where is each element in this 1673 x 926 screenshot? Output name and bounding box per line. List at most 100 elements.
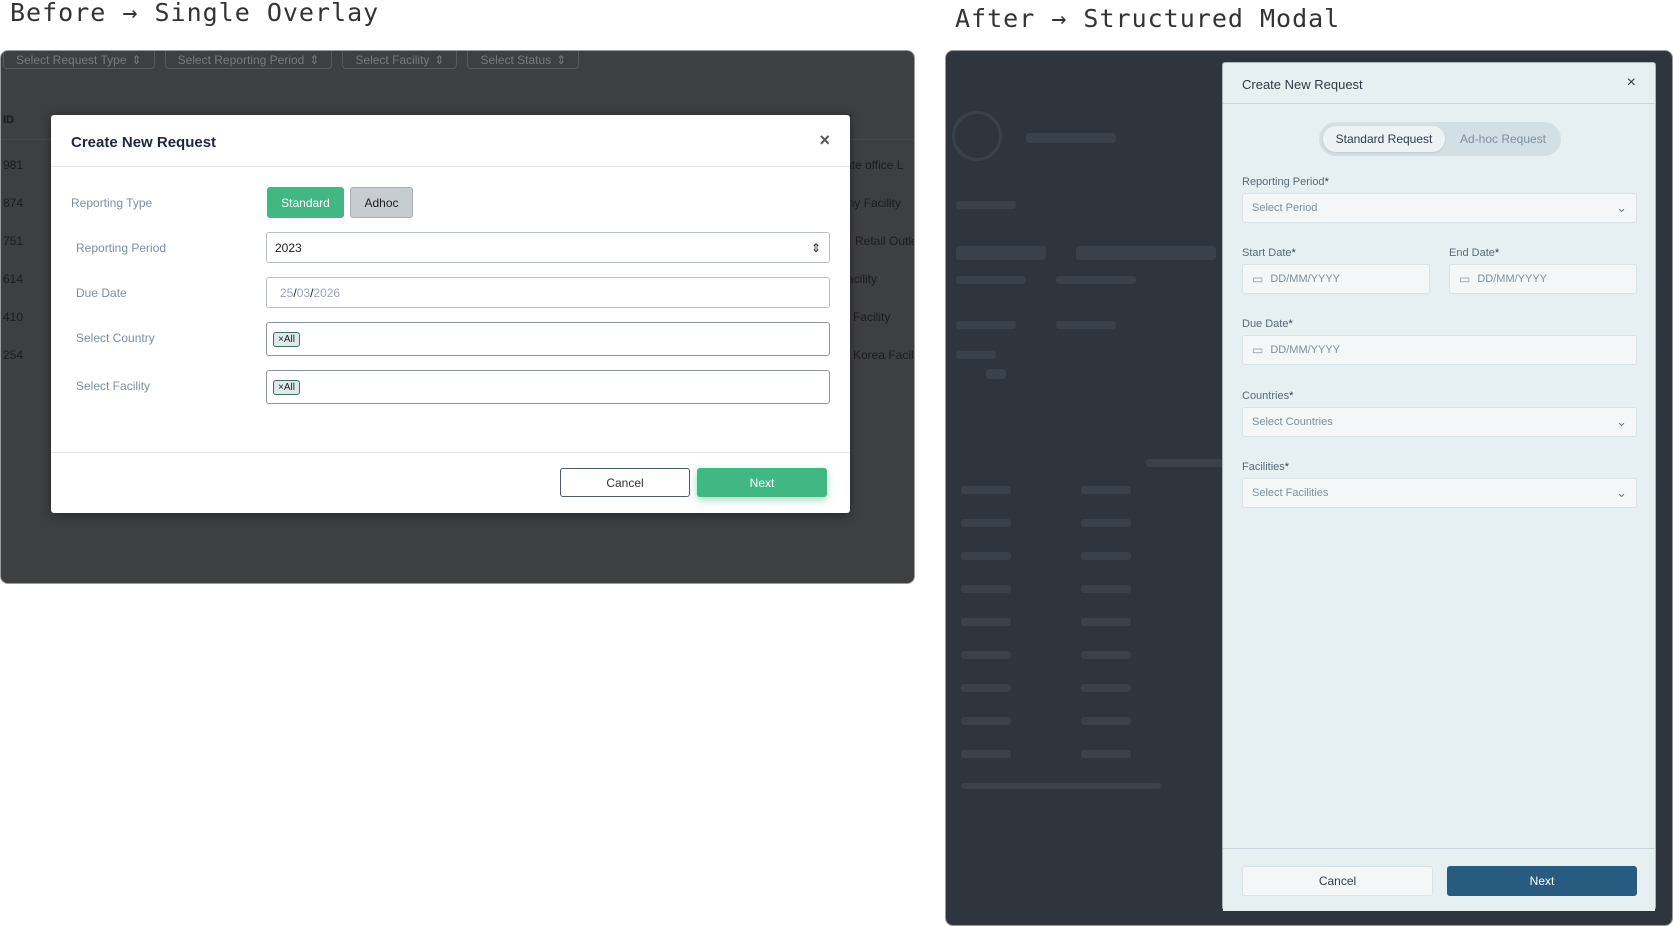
- required-mark: *: [1324, 176, 1329, 188]
- background-text: [986, 369, 1006, 379]
- filter-reporting-period[interactable]: Select Reporting Period ⇕: [164, 51, 333, 69]
- modal-header: Create New Request ×: [51, 115, 850, 167]
- due-date-input[interactable]: ▭ DD/MM/YYYY: [1242, 335, 1637, 365]
- background-row: [1081, 651, 1131, 659]
- calendar-icon: ▭: [1459, 272, 1471, 286]
- due-date-month: 03: [296, 285, 311, 300]
- filter-label: Select Request Type: [16, 52, 127, 67]
- modal-title: Create New Request: [71, 134, 217, 151]
- background-row: [961, 783, 1161, 789]
- background-row: [1081, 486, 1131, 494]
- country-tag-all[interactable]: ×All: [273, 331, 300, 347]
- start-date-input[interactable]: ▭ DD/MM/YYYY: [1242, 264, 1430, 294]
- tab-standard-request[interactable]: Standard Request: [1323, 126, 1445, 152]
- filter-status[interactable]: Select Status ⇕: [467, 51, 580, 69]
- table-cell-facility: rate office L: [841, 158, 904, 172]
- countries-placeholder: Select Countries: [1252, 416, 1333, 428]
- reporting-period-placeholder: Select Period: [1252, 202, 1318, 214]
- close-icon[interactable]: ×: [1627, 74, 1636, 92]
- due-date-day: 25: [280, 285, 294, 300]
- reporting-period-select[interactable]: Select Period ⌄: [1242, 193, 1637, 223]
- background-row: [1081, 552, 1131, 560]
- close-icon[interactable]: ×: [819, 130, 830, 151]
- reporting-period-select[interactable]: 2023 ⇕: [266, 232, 830, 263]
- facility-label: Select Facility: [76, 379, 151, 393]
- table-cell-facility: Facility: [853, 310, 891, 324]
- background-text: [956, 201, 1016, 209]
- background-row: [961, 651, 1011, 659]
- background-text: [956, 246, 1046, 260]
- reporting-period-label: Reporting Period*: [1242, 176, 1329, 188]
- table-cell-id: 614: [3, 272, 24, 286]
- label-text: Countries: [1242, 390, 1290, 402]
- table-cell-facility: Korea Facili: [853, 348, 915, 362]
- required-mark: *: [1288, 318, 1293, 330]
- sort-icon: ⇕: [434, 52, 445, 67]
- table-cell-id: 874: [3, 196, 24, 210]
- background-text: [1146, 459, 1226, 467]
- reporting-type-label: Reporting Type: [71, 196, 153, 210]
- filter-request-type[interactable]: Select Request Type ⇕: [3, 51, 155, 69]
- background-text: [956, 321, 1016, 329]
- background-row: [961, 750, 1011, 758]
- chevron-down-icon: ⌄: [1616, 485, 1627, 500]
- table-cell-id: 981: [3, 158, 24, 172]
- end-date-input[interactable]: ▭ DD/MM/YYYY: [1449, 264, 1637, 294]
- standard-toggle-button[interactable]: Standard: [267, 187, 344, 218]
- before-create-request-modal: Create New Request × Reporting Type Stan…: [51, 115, 850, 513]
- countries-select[interactable]: Select Countries ⌄: [1242, 407, 1637, 437]
- facilities-label: Facilities*: [1242, 461, 1289, 473]
- background-text: [1076, 246, 1216, 260]
- adhoc-toggle-button[interactable]: Adhoc: [350, 187, 413, 218]
- table-cell-id: 751: [3, 234, 24, 248]
- label-text: End Date: [1449, 247, 1495, 259]
- background-row: [1081, 585, 1131, 593]
- next-button[interactable]: Next: [1447, 866, 1637, 896]
- modal-title: Create New Request: [1242, 77, 1363, 92]
- due-date-label: Due Date*: [1242, 318, 1293, 330]
- country-multiselect[interactable]: ×All: [266, 322, 830, 356]
- background-row: [961, 618, 1011, 626]
- background-row: [1081, 684, 1131, 692]
- background-text: [956, 351, 996, 359]
- filter-label: Select Reporting Period: [177, 52, 305, 67]
- label-text: Reporting Period: [1242, 176, 1325, 188]
- background-row: [961, 717, 1011, 725]
- modal-footer: Cancel Next: [1223, 848, 1655, 911]
- due-date-year: 2026: [313, 285, 341, 300]
- chevron-down-icon: ⌄: [1616, 414, 1627, 429]
- due-date-label: Due Date: [76, 286, 127, 300]
- end-date-placeholder: DD/MM/YYYY: [1477, 273, 1548, 285]
- table-cell-id: 410: [3, 310, 24, 324]
- sort-icon: ⇕: [556, 52, 567, 67]
- countries-label: Countries*: [1242, 390, 1293, 402]
- tab-adhoc-request[interactable]: Ad-hoc Request: [1447, 126, 1559, 152]
- chevron-updown-icon: ⇕: [810, 240, 821, 255]
- modal-header: Create New Request ×: [1223, 63, 1655, 104]
- facility-tag-all[interactable]: ×All: [273, 379, 300, 395]
- background-text: [956, 276, 1026, 284]
- filter-label: Select Status: [480, 52, 552, 67]
- due-date-placeholder: DD/MM/YYYY: [1270, 344, 1341, 356]
- after-create-request-modal: Create New Request × Standard Request Ad…: [1222, 62, 1656, 911]
- label-text: Facilities: [1242, 461, 1285, 473]
- background-text: [1056, 276, 1136, 284]
- modal-footer: Cancel Next: [51, 452, 850, 513]
- table-cell-facility: acility: [847, 272, 878, 286]
- due-date-input[interactable]: 25/03/2026: [266, 277, 830, 308]
- request-type-segmented-control: Standard Request Ad-hoc Request: [1319, 122, 1561, 156]
- cancel-button[interactable]: Cancel: [1242, 866, 1433, 896]
- start-date-placeholder: DD/MM/YYYY: [1270, 273, 1341, 285]
- facilities-select[interactable]: Select Facilities ⌄: [1242, 478, 1637, 508]
- start-date-label: Start Date*: [1242, 247, 1296, 259]
- table-cell-id: 254: [3, 348, 24, 362]
- facility-multiselect[interactable]: ×All: [266, 370, 830, 404]
- label-text: Due Date: [1242, 318, 1289, 330]
- cancel-button[interactable]: Cancel: [560, 468, 690, 497]
- next-button[interactable]: Next: [697, 468, 827, 497]
- reporting-period-label: Reporting Period: [76, 241, 167, 255]
- filter-facility[interactable]: Select Facility ⇕: [342, 51, 458, 69]
- sort-icon: ⇕: [309, 52, 320, 67]
- required-mark: *: [1291, 247, 1296, 259]
- background-row: [1081, 519, 1131, 527]
